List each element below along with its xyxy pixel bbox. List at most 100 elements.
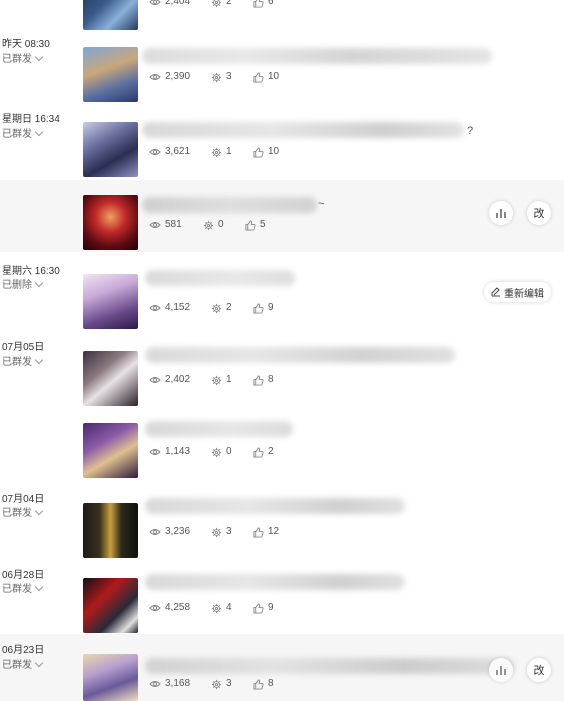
view-count: 581 [149,219,182,231]
post-status[interactable]: 已群发 [2,506,44,520]
post-cover-image[interactable] [83,122,138,177]
like-count: 10 [253,146,279,158]
share-count: 2 [211,302,232,314]
view-count: 3,236 [149,526,190,538]
gear-icon [211,375,222,385]
gear-icon [211,527,222,537]
share-count: 3 [211,71,232,83]
like-count: 10 [253,71,279,83]
eye-icon [149,681,161,687]
gear-icon [211,447,222,457]
post-item: 06月23日 已群发 3,168 3 8 改 [0,634,564,701]
post-cover-image[interactable] [83,274,138,329]
view-count: 1,143 [149,446,190,458]
post-title-blurred[interactable] [145,270,295,286]
share-count: 3 [211,678,232,690]
like-count: 8 [253,678,274,690]
post-date: 07月04日 [2,494,45,505]
post-cover-image[interactable] [83,578,138,633]
gear-icon [203,220,214,230]
post-item: ~ 581 0 5 改 [0,180,564,252]
edit-button[interactable]: 改 [527,658,551,682]
post-title-blurred[interactable] [145,498,405,514]
thumb-up-icon [253,302,264,314]
post-title-tail: ~ [318,198,325,210]
like-count: 2 [253,446,274,458]
view-count: 2,390 [149,71,190,83]
post-status[interactable]: 已删除 [2,278,44,292]
thumb-up-icon [253,0,264,8]
chevron-down-icon [34,127,44,137]
like-count: 8 [253,374,274,386]
eye-icon [149,605,161,611]
post-cover-image[interactable] [83,351,138,406]
thumb-up-icon [253,71,264,83]
stats-button[interactable] [489,658,513,682]
post-item: 07月04日 已群发 3,236 3 12 [0,486,564,564]
post-cover-image[interactable] [83,0,138,30]
post-title-blurred[interactable] [145,658,515,674]
thumb-up-icon [245,219,256,231]
post-status[interactable]: 已群发 [2,582,44,596]
thumb-up-icon [253,526,264,538]
eye-icon [149,149,161,155]
post-title-blurred[interactable] [145,347,455,363]
view-count: 3,621 [149,146,190,158]
edit-icon [491,287,500,297]
eye-icon [149,222,161,228]
thumb-up-icon [253,374,264,386]
stats-button[interactable] [489,201,513,225]
eye-icon [149,0,161,5]
post-cover-image[interactable] [83,654,138,701]
chevron-down-icon [34,582,44,592]
view-count: 4,152 [149,302,190,314]
chevron-down-icon [34,278,44,288]
like-count: 12 [253,526,279,538]
share-count: 1 [211,146,232,158]
post-item: 2,404 2 6 [0,0,564,30]
gear-icon [211,679,222,689]
post-title-blurred[interactable] [145,421,293,437]
post-title-blurred[interactable] [142,48,492,64]
like-count: 5 [245,219,266,231]
eye-icon [149,305,161,311]
post-title-tail: ? [467,125,474,137]
post-cover-image[interactable] [83,423,138,478]
edit-button[interactable]: 改 [527,201,551,225]
post-item: 昨天 08:30 已群发 2,390 3 10 [0,30,564,105]
post-date: 昨天 08:30 [2,39,50,50]
post-title-blurred[interactable] [145,574,405,590]
thumb-up-icon [253,678,264,690]
share-count: 0 [203,219,224,231]
gear-icon [211,0,222,7]
share-count: 3 [211,526,232,538]
post-status[interactable]: 已群发 [2,127,44,141]
like-count: 9 [253,602,274,614]
gear-icon [211,303,222,313]
post-status[interactable]: 已群发 [2,355,44,369]
share-count: 4 [211,602,232,614]
like-count: 9 [253,302,274,314]
view-count: 4,258 [149,602,190,614]
re-edit-button[interactable]: 重新编辑 [484,282,551,302]
post-status[interactable]: 已群发 [2,658,44,672]
post-cover-image[interactable] [83,47,138,102]
post-title-blurred[interactable] [142,122,464,138]
post-item: 1,143 0 2 [0,410,564,486]
post-item: 星期日 16:34 已群发 ? 3,621 1 10 [0,105,564,180]
chevron-down-icon [34,658,44,668]
chevron-down-icon [34,355,44,365]
post-cover-image[interactable] [83,195,138,250]
post-cover-image[interactable] [83,503,138,558]
post-title-blurred[interactable] [142,197,317,213]
eye-icon [149,529,161,535]
eye-icon [149,449,161,455]
thumb-up-icon [253,602,264,614]
bar-chart-icon [496,666,506,675]
post-date: 06月23日 [2,645,45,656]
eye-icon [149,377,161,383]
gear-icon [211,147,222,157]
post-status[interactable]: 已群发 [2,52,44,66]
post-date: 星期六 16:30 [2,266,60,277]
view-count: 2,404 [149,0,190,8]
